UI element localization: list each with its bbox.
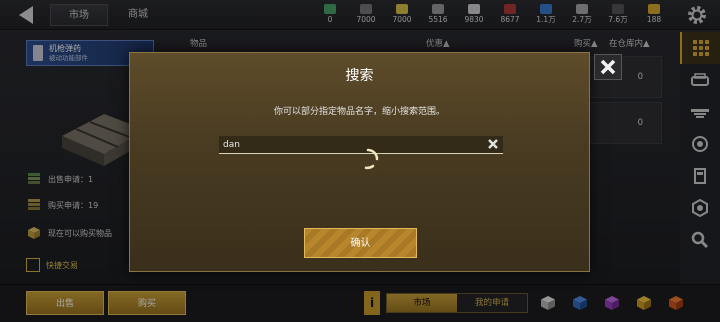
dialog-description: 你可以部分指定物品名字，缩小搜索范围。 bbox=[273, 107, 445, 117]
dialog-title: 搜索 bbox=[345, 68, 374, 84]
loading-spinner-icon bbox=[364, 148, 379, 170]
close-icon bbox=[600, 59, 616, 75]
search-input[interactable] bbox=[223, 137, 473, 153]
confirm-button[interactable]: 确认 bbox=[304, 228, 417, 258]
clear-input-icon[interactable] bbox=[486, 137, 500, 151]
search-dialog: 搜索 你可以部分指定物品名字，缩小搜索范围。 确认 bbox=[129, 52, 590, 272]
close-dialog-button[interactable] bbox=[594, 54, 622, 80]
